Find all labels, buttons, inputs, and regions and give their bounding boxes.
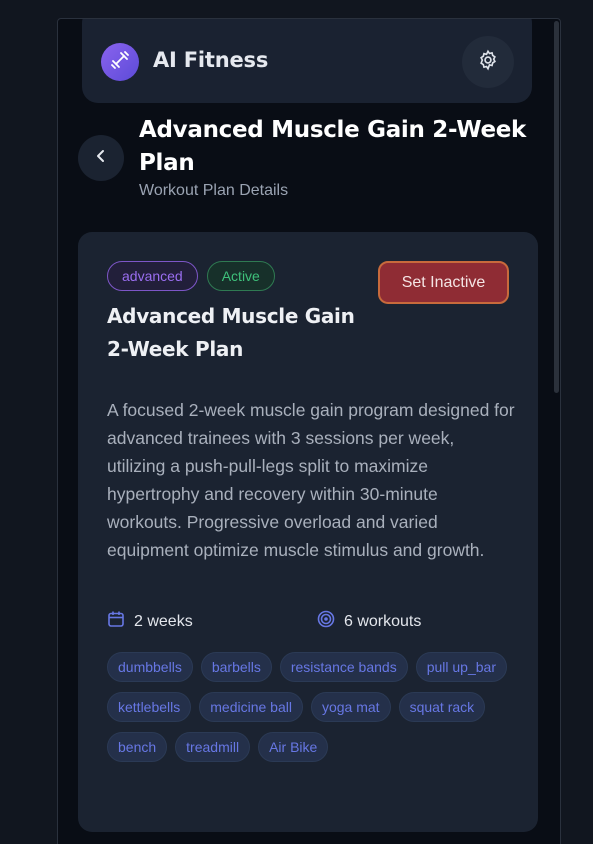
gear-icon	[477, 49, 499, 76]
equipment-tag: medicine ball	[199, 692, 303, 722]
equipment-tag: pull up_bar	[415, 652, 507, 682]
duration-stat: 2 weeks	[107, 610, 193, 633]
equipment-tags: dumbbells barbells resistance bands pull…	[107, 652, 517, 762]
target-icon	[317, 610, 335, 633]
equipment-tag: Air Bike	[258, 732, 329, 762]
plan-title: Advanced Muscle Gain 2-Week Plan	[107, 304, 355, 361]
duration-text: 2 weeks	[134, 612, 193, 630]
app-title: AI Fitness	[153, 48, 269, 72]
calendar-icon	[107, 610, 125, 633]
app-header: AI Fitness	[82, 19, 532, 103]
workouts-stat: 6 workouts	[317, 610, 421, 633]
back-button[interactable]	[78, 135, 124, 181]
app-logo	[101, 43, 139, 81]
scrollbar[interactable]	[554, 21, 559, 393]
plan-description: A focused 2-week muscle gain program des…	[107, 400, 515, 560]
equipment-tag: treadmill	[175, 732, 251, 762]
level-badge: advanced	[107, 261, 198, 291]
equipment-tag: dumbbells	[107, 652, 193, 682]
equipment-tag: resistance bands	[279, 652, 408, 682]
equipment-tag: kettlebells	[107, 692, 192, 722]
dumbbell-icon	[110, 50, 130, 75]
app-window: AI Fitness Advanced Muscle Gain 2-Week P…	[57, 18, 561, 844]
equipment-tag: barbells	[200, 652, 272, 682]
page-subtitle: Workout Plan Details	[139, 182, 289, 199]
status-badge: Active	[206, 261, 275, 291]
equipment-tag: bench	[107, 732, 168, 762]
workouts-text: 6 workouts	[344, 612, 422, 630]
page-title: Advanced Muscle Gain 2-Week Plan	[139, 117, 527, 176]
plan-card: advanced Active Set Inactive Advanced Mu…	[78, 232, 538, 832]
chevron-left-icon	[94, 149, 108, 168]
equipment-tag: squat rack	[398, 692, 486, 722]
settings-button[interactable]	[462, 36, 514, 88]
badge-group: advanced Active	[107, 261, 275, 291]
equipment-tag: yoga mat	[310, 692, 391, 722]
set-inactive-button[interactable]: Set Inactive	[378, 261, 509, 304]
